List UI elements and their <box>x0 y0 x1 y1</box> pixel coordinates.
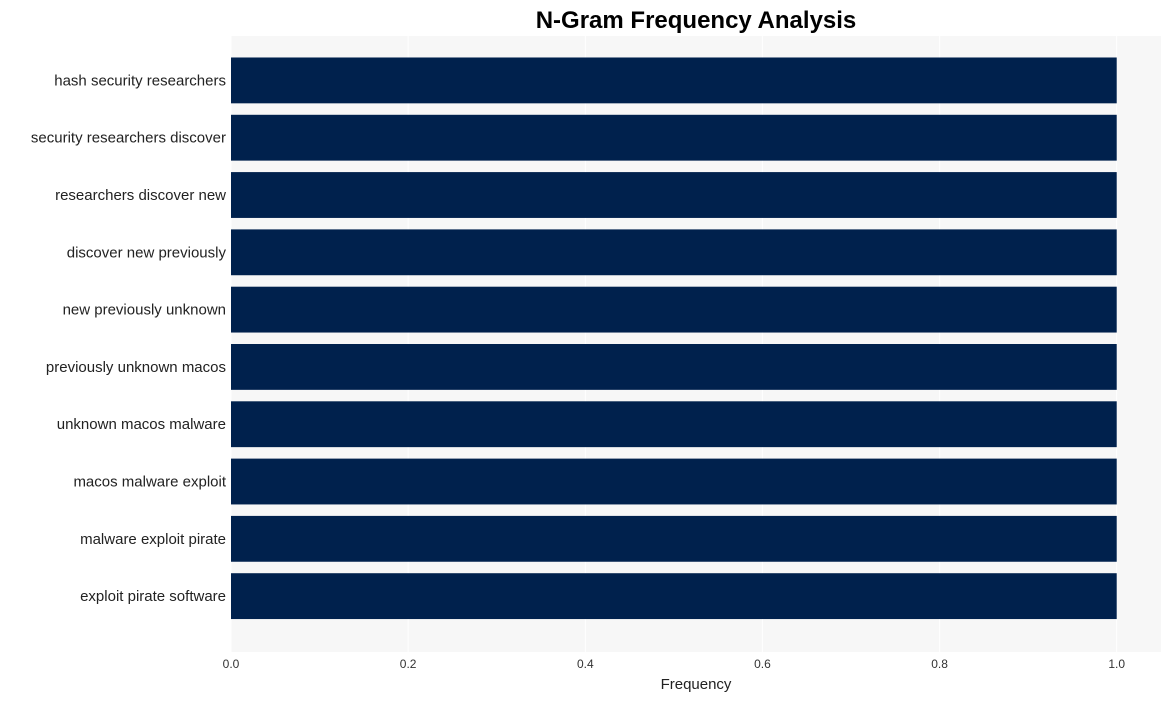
bar-1 <box>231 114 1117 161</box>
x-tick-label-1: 0.2 <box>400 657 417 671</box>
bar-9 <box>231 573 1117 620</box>
x-tick-label-2: 0.4 <box>577 657 594 671</box>
x-axis-ticks: 0.0 0.2 0.4 0.6 0.8 1.0 <box>223 657 1126 671</box>
bar-8 <box>231 515 1117 562</box>
chart-title: N-Gram Frequency Analysis <box>536 7 857 34</box>
y-tick-label-0: hash security researchers <box>54 72 226 89</box>
bar-7 <box>231 458 1117 505</box>
y-tick-label-8: malware exploit pirate <box>80 531 226 548</box>
y-tick-label-9: exploit pirate software <box>80 588 226 605</box>
y-tick-label-3: discover new previously <box>67 244 227 261</box>
ngram-bar-chart: N-Gram Frequency Analysis hash security … <box>31 7 1161 693</box>
y-tick-label-2: researchers discover new <box>55 187 226 204</box>
bar-5 <box>231 344 1117 390</box>
y-tick-label-7: macos malware exploit <box>73 474 226 491</box>
x-tick-label-0: 0.0 <box>223 657 240 671</box>
bar-3 <box>231 229 1117 276</box>
x-axis-label: Frequency <box>661 676 732 693</box>
bar-0 <box>231 57 1117 104</box>
x-tick-label-4: 0.8 <box>931 657 948 671</box>
bar-6 <box>231 401 1117 448</box>
bar-4 <box>231 286 1117 333</box>
y-tick-label-1: security researchers discover <box>31 130 226 147</box>
y-axis-labels: hash security researchers security resear… <box>31 72 227 605</box>
y-tick-label-6: unknown macos malware <box>57 416 226 433</box>
bar-2 <box>231 172 1117 218</box>
x-tick-label-5: 1.0 <box>1108 657 1125 671</box>
x-tick-label-3: 0.6 <box>754 657 771 671</box>
y-tick-label-5: previously unknown macos <box>46 359 226 376</box>
y-tick-label-4: new previously unknown <box>63 302 226 319</box>
